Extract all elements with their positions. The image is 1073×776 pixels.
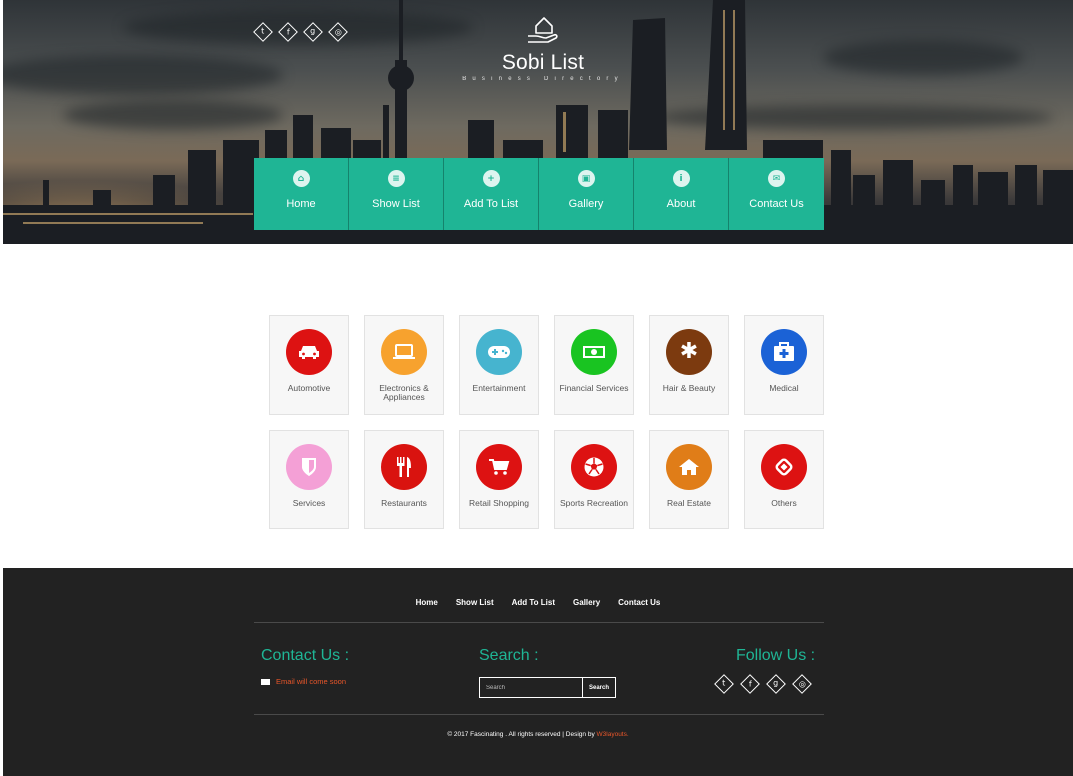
twitter-icon[interactable]: t (252, 21, 273, 42)
category-entertainment[interactable]: Entertainment (459, 315, 539, 415)
footer-link-contact-us[interactable]: Contact Us (609, 598, 669, 607)
category-sports-recreation[interactable]: Sports Recreation (554, 430, 634, 529)
site-title: Sobi List (501, 51, 585, 74)
nav-label: Gallery (568, 198, 604, 210)
nav-label: About (666, 198, 696, 210)
nav-label: Add To List (463, 198, 519, 210)
medkit-icon (761, 329, 807, 375)
category-restaurants[interactable]: Restaurants (364, 430, 444, 529)
hand-house-logo-icon (528, 17, 558, 43)
footer: Home Show List Add To List Gallery Conta… (3, 568, 1073, 776)
facebook-icon[interactable]: f (740, 674, 760, 694)
envelope-icon: ✉ (768, 170, 785, 187)
category-label: Hair & Beauty (662, 383, 716, 393)
site-logo[interactable]: Sobi List Business Directory (443, 14, 643, 82)
contact-heading: Contact Us : (261, 647, 350, 664)
category-label: Others (771, 498, 797, 508)
designer-link[interactable]: W3layouts. (597, 731, 629, 738)
header-social-icons: t f g ◎ (252, 21, 348, 42)
dribbble-icon[interactable]: ◎ (792, 674, 812, 694)
category-automotive[interactable]: Automotive (269, 315, 349, 415)
search-button[interactable]: Search (583, 677, 616, 698)
search-heading: Search : (479, 647, 539, 664)
footer-social-icons: t f g ◎ (714, 674, 812, 694)
plus-icon: + (482, 170, 500, 187)
nav-gallery[interactable]: ▣ Gallery (539, 158, 634, 230)
email-line: Email will come soon (261, 677, 346, 686)
category-label: Automotive (287, 383, 331, 393)
category-electronics[interactable]: Electronics & Appliances (364, 315, 444, 415)
page: t f g ◎ Sobi List Business Directory ⌂ H… (0, 0, 1073, 776)
flower-icon: ✱ (666, 329, 712, 375)
nav-label: Home (286, 198, 316, 210)
footer-link-home[interactable]: Home (407, 598, 447, 607)
category-others[interactable]: Others (744, 430, 824, 529)
category-medical[interactable]: Medical (744, 315, 824, 415)
cart-icon (476, 444, 522, 490)
category-label: Electronics & Appliances (379, 383, 429, 402)
cutlery-icon (381, 444, 427, 490)
category-label: Sports Recreation (559, 498, 629, 508)
envelope-icon (261, 678, 270, 685)
category-real-estate[interactable]: Real Estate (649, 430, 729, 529)
google-plus-icon[interactable]: g (302, 21, 323, 42)
category-label: Financial Services (559, 383, 629, 393)
nav-label: Show List (372, 198, 420, 210)
footer-divider (254, 714, 824, 715)
footer-link-add-to-list[interactable]: Add To List (503, 598, 564, 607)
footer-divider (254, 622, 824, 623)
main-nav: ⌂ Home ≡ Show List + Add To List ▣ Galle… (254, 158, 824, 230)
category-financial-services[interactable]: Financial Services (554, 315, 634, 415)
category-grid: Automotive Electronics & Appliances Ente… (269, 315, 829, 529)
facebook-icon[interactable]: f (277, 21, 298, 42)
copyright: © 2017 Fascinating . All rights reserved… (3, 731, 1073, 738)
laptop-icon (381, 329, 427, 375)
site-subtitle: Business Directory (462, 76, 624, 82)
category-label: Retail Shopping (468, 498, 529, 508)
category-services[interactable]: Services (269, 430, 349, 529)
footer-search: Search (479, 677, 616, 698)
twitter-icon[interactable]: t (714, 674, 734, 694)
nav-label: Contact Us (749, 198, 804, 210)
shield-icon (286, 444, 332, 490)
link-icon (761, 444, 807, 490)
dribbble-icon[interactable]: ◎ (327, 21, 348, 42)
home-icon: ⌂ (292, 170, 310, 187)
nav-home[interactable]: ⌂ Home (254, 158, 349, 230)
category-label: Real Estate (667, 498, 711, 508)
category-hair-beauty[interactable]: ✱ Hair & Beauty (649, 315, 729, 415)
footer-link-gallery[interactable]: Gallery (564, 598, 609, 607)
category-label: Restaurants (381, 498, 427, 508)
nav-contact-us[interactable]: ✉ Contact Us (729, 158, 824, 230)
info-icon: i (672, 170, 690, 187)
footer-nav: Home Show List Add To List Gallery Conta… (3, 598, 1073, 607)
category-label: Services (292, 498, 326, 508)
copyright-text: © 2017 Fascinating . All rights reserved… (447, 731, 595, 738)
category-label: Medical (769, 383, 799, 393)
nav-add-to-list[interactable]: + Add To List (444, 158, 539, 230)
google-plus-icon[interactable]: g (766, 674, 786, 694)
footer-link-show-list[interactable]: Show List (447, 598, 503, 607)
money-icon (571, 329, 617, 375)
soccer-ball-icon (571, 444, 617, 490)
gamepad-icon (476, 329, 522, 375)
search-input[interactable] (479, 677, 583, 698)
nav-show-list[interactable]: ≡ Show List (349, 158, 444, 230)
house-icon (666, 444, 712, 490)
list-icon: ≡ (387, 170, 405, 187)
email-text: Email will come soon (276, 677, 347, 686)
category-label: Entertainment (472, 383, 526, 393)
follow-heading: Follow Us : (736, 647, 816, 664)
car-icon (286, 329, 332, 375)
picture-icon: ▣ (577, 170, 595, 187)
nav-about[interactable]: i About (634, 158, 729, 230)
category-retail-shopping[interactable]: Retail Shopping (459, 430, 539, 529)
